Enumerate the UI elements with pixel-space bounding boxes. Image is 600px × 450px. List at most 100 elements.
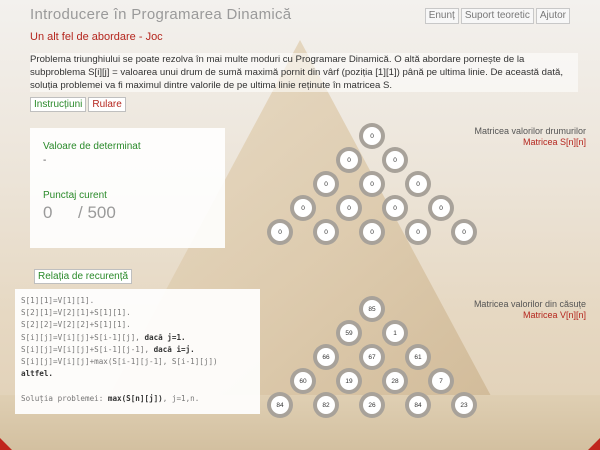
matrix-v-cell[interactable]: 1 (382, 320, 408, 346)
code-segment: Soluția problemei: (21, 393, 108, 403)
matrix-s-cell[interactable]: 0 (359, 123, 385, 149)
code-segment: altfel. (21, 369, 54, 379)
matrix-v-cell-value: 26 (363, 396, 381, 414)
instructions-button[interactable]: Instrucțiuni (30, 97, 87, 112)
matrix-s-cell-value: 0 (409, 223, 427, 241)
matrix-v-cell[interactable]: 82 (313, 392, 339, 418)
matrix-s-cell[interactable]: 0 (382, 147, 408, 173)
matrix-v-cell-value: 28 (386, 372, 404, 390)
matrix-v-cell-value: 7 (432, 372, 450, 390)
matrix-v-cell-value: 19 (340, 372, 358, 390)
run-button[interactable]: Rulare (88, 97, 126, 112)
matrix-v-cell[interactable]: 61 (405, 344, 431, 370)
matrix-v-cell-value: 84 (271, 396, 289, 414)
matrix-s-cell[interactable]: 0 (336, 147, 362, 173)
action-buttons: Instrucțiuni Rulare (30, 97, 126, 112)
matrix-s-cell-value: 0 (340, 199, 358, 217)
matrix-s-cell-value: 0 (317, 223, 335, 241)
matrix-s-cell-value: 0 (455, 223, 473, 241)
value-display: - (43, 155, 47, 166)
code-line: S[i][j]=V[i][j]+S[i-1][j], dacă j=1. (21, 332, 260, 344)
matrix-s-cell[interactable]: 0 (267, 219, 293, 245)
matrix-s-cell[interactable]: 0 (451, 219, 477, 245)
code-segment: S[i][j]=V[i][j]+S[i-1][j-1], (21, 344, 154, 354)
score-current: 0 (43, 203, 53, 222)
matrix-s-cell-value: 0 (363, 175, 381, 193)
matrix-s-cell[interactable]: 0 (359, 219, 385, 245)
code-line: S[1][1]=V[1][1]. (21, 295, 260, 307)
matrix-v-cell-value: 23 (455, 396, 473, 414)
matrix-s-name: Matricea S[n][n] (522, 137, 586, 147)
matrix-s-cell[interactable]: 0 (405, 171, 431, 197)
matrix-v-cell-value: 67 (363, 348, 381, 366)
matrix-s-cell[interactable]: 0 (313, 219, 339, 245)
value-label: Valoare de determinat (43, 141, 141, 152)
app-title: Introducere în Programarea Dinamică (30, 6, 292, 23)
matrix-s-cell[interactable]: 0 (313, 171, 339, 197)
matrix-v-cell[interactable]: 19 (336, 368, 362, 394)
matrix-v-cell-value: 59 (340, 324, 358, 342)
matrix-v-name: Matricea V[n][n] (522, 310, 586, 320)
code-segment: S[2][2]=V[2][2]+S[1][1]. (21, 320, 131, 330)
matrix-s-cell[interactable]: 0 (359, 171, 385, 197)
code-segment: dacă i=j. (153, 344, 195, 354)
nav-ajutor-button[interactable]: Ajutor (535, 8, 570, 24)
matrix-v-label: Matricea valorilor din căsuțe Matricea V… (474, 299, 586, 321)
code-line: S[i][j]=V[i][j]+S[i-1][j-1], dacă i=j. (21, 344, 260, 356)
matrix-v-title: Matricea valorilor din căsuțe (473, 299, 586, 309)
matrix-v-cell[interactable]: 60 (290, 368, 316, 394)
top-nav: Enunț Suport teoretic Ajutor (424, 8, 570, 24)
matrix-s-cell-value: 0 (386, 151, 404, 169)
matrix-v-cell-value: 85 (363, 300, 381, 318)
corner-decoration-left (0, 438, 12, 450)
code-segment: S[i][j]=V[i][j]+S[i-1][j], (21, 332, 145, 342)
matrix-s-cell-value: 0 (271, 223, 289, 241)
title-bar: Introducere în Programarea Dinamică Enun… (0, 0, 600, 28)
recurrence-button[interactable]: Relația de recurență (34, 269, 133, 284)
matrix-s-cell-value: 0 (363, 223, 381, 241)
matrix-v-cell[interactable]: 23 (451, 392, 477, 418)
matrix-s-cell-value: 0 (386, 199, 404, 217)
matrix-s-cell-value: 0 (432, 199, 450, 217)
matrix-s-cell[interactable]: 0 (382, 195, 408, 221)
code-segment: dacă j=1. (144, 332, 186, 342)
matrix-s-cell-value: 0 (409, 175, 427, 193)
matrix-v-cell-value: 1 (386, 324, 404, 342)
matrix-v-cell[interactable]: 67 (359, 344, 385, 370)
code-line: S[2][1]=V[2][1]+S[1][1]. (21, 307, 260, 319)
matrix-v-cell[interactable]: 28 (382, 368, 408, 394)
matrix-v-cell[interactable]: 59 (336, 320, 362, 346)
matrix-s-cell[interactable]: 0 (336, 195, 362, 221)
matrix-v-cell[interactable]: 84 (267, 392, 293, 418)
code-line: S[2][2]=V[2][2]+S[1][1]. (21, 319, 260, 331)
code-line: S[i][j]=V[i][j]+max(S[i-1][j-1], S[i-1][… (21, 356, 260, 368)
corner-decoration-right (588, 438, 600, 450)
recurrence-code-panel: S[1][1]=V[1][1]. S[2][1]=V[2][1]+S[1][1].… (15, 289, 260, 414)
nav-enunt-button[interactable]: Enunț (424, 8, 459, 24)
code-segment: S[i][j]=V[i][j]+max(S[i-1][j-1], S[i-1][… (21, 357, 218, 367)
matrix-s-cell[interactable]: 0 (405, 219, 431, 245)
nav-suport-teoretic-button[interactable]: Suport teoretic (460, 8, 534, 24)
matrix-v-cell-value: 82 (317, 396, 335, 414)
code-segment: , j=1,n. (162, 393, 200, 403)
matrix-v-cell[interactable]: 66 (313, 344, 339, 370)
matrix-s-cell-value: 0 (363, 127, 381, 145)
matrix-s-cell[interactable]: 0 (428, 195, 454, 221)
code-segment: S[1][1]=V[1][1]. (21, 296, 95, 305)
matrix-v-cell-value: 61 (409, 348, 427, 366)
matrix-s-cell[interactable]: 0 (290, 195, 316, 221)
matrix-v-cell[interactable]: 7 (428, 368, 454, 394)
matrix-s-cell-value: 0 (317, 175, 335, 193)
code-segment: max(S[n][j]) (107, 393, 163, 403)
code-segment: S[2][1]=V[2][1]+S[1][1]. (21, 308, 131, 318)
matrix-s-label: Matricea valorilor drumurilor Matricea S… (474, 126, 586, 148)
score-total: / 500 (78, 203, 116, 222)
score-label: Punctaj curent (43, 190, 107, 201)
matrix-v-cell[interactable]: 84 (405, 392, 431, 418)
matrix-v-cell[interactable]: 85 (359, 296, 385, 322)
matrix-s-cell-value: 0 (340, 151, 358, 169)
matrix-v-cell[interactable]: 26 (359, 392, 385, 418)
matrix-s-title: Matricea valorilor drumurilor (474, 126, 586, 136)
code-line: altfel. (21, 368, 260, 380)
